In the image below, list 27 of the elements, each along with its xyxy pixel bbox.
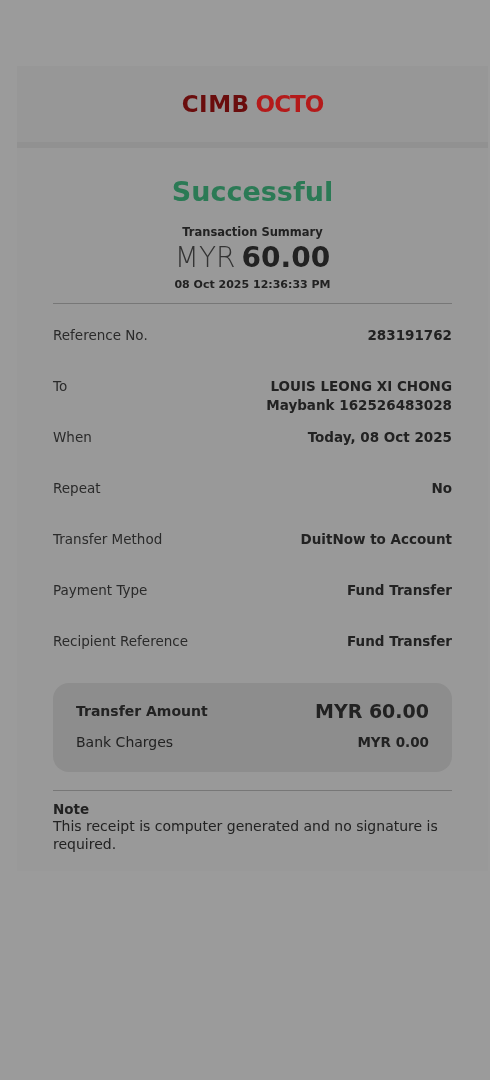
- detail-label: To: [53, 377, 68, 394]
- detail-value: Today, 08 Oct 2025: [307, 428, 452, 447]
- detail-label: When: [53, 428, 92, 445]
- detail-label: Payment Type: [53, 581, 148, 598]
- detail-value: Fund Transfer: [347, 581, 452, 600]
- charge-value: MYR 0.00: [357, 734, 429, 750]
- detail-value: Maybank 162526483028: [266, 396, 452, 415]
- detail-value: LOUIS LEONG XI CHONG: [270, 377, 452, 396]
- currency-label: MYR: [174, 241, 236, 274]
- charge-label: Bank Charges: [76, 734, 174, 750]
- note-title: Note: [53, 801, 91, 817]
- note-text: This receipt is computer generated and no signature is required.: [53, 817, 439, 853]
- status-title: Successful: [170, 176, 335, 207]
- detail-value: No: [431, 479, 452, 498]
- detail-label: Repeat: [53, 479, 101, 496]
- amount-value: 60.00: [241, 241, 331, 274]
- total-value: MYR 60.00: [315, 700, 429, 722]
- total-label: Transfer Amount: [76, 703, 208, 719]
- detail-label: Reference No.: [53, 326, 148, 343]
- detail-label: Recipient Reference: [53, 632, 188, 649]
- transaction-datetime: 08 Oct 2025 12:36:33 PM: [174, 278, 331, 291]
- detail-value: 283191762: [367, 326, 452, 345]
- detail-label: Transfer Method: [53, 530, 163, 547]
- detail-value: Fund Transfer: [347, 632, 452, 651]
- logo: CIMB OCTO: [181, 91, 324, 117]
- detail-value: DuitNow to Account: [300, 530, 452, 549]
- summary-title: Transaction Summary: [182, 225, 323, 239]
